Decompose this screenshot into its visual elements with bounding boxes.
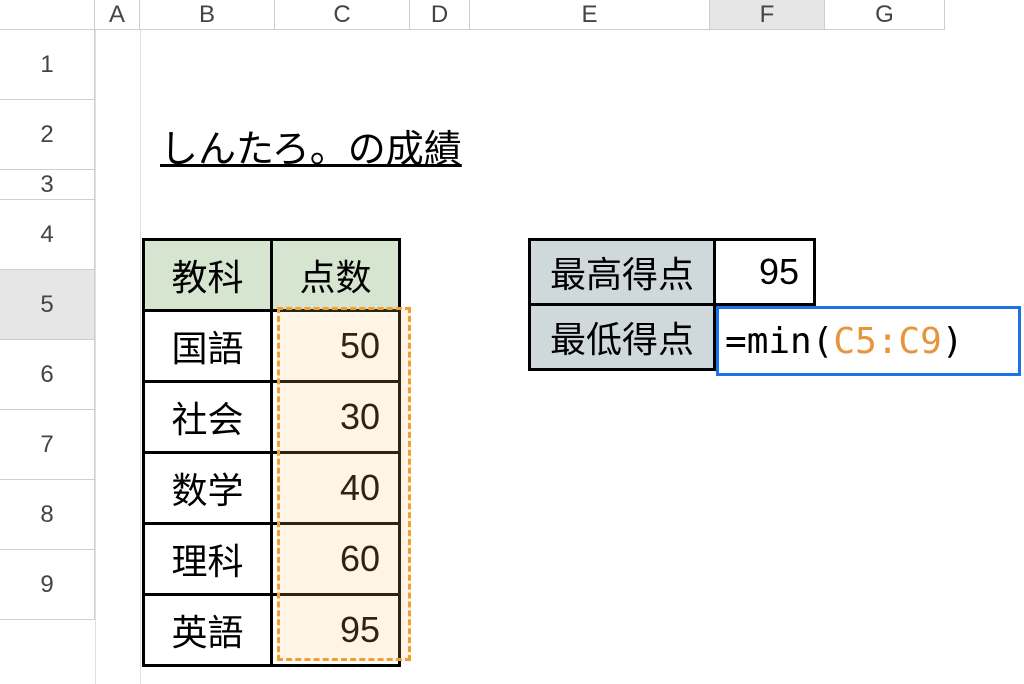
row-header-5[interactable]: 5 xyxy=(0,270,95,340)
col-header-b[interactable]: B xyxy=(140,0,275,30)
column-headers: A B C D E F G xyxy=(0,0,945,30)
header-score[interactable]: 点数 xyxy=(272,240,400,311)
row-header-8[interactable]: 8 xyxy=(0,480,95,550)
formula-paren-close: ) xyxy=(942,321,964,362)
row-header-3[interactable]: 3 xyxy=(0,170,95,200)
row-header-9[interactable]: 9 xyxy=(0,550,95,620)
col-header-f[interactable]: F xyxy=(710,0,825,30)
row-header-1[interactable]: 1 xyxy=(0,30,95,100)
formula-range-ref: C5:C9 xyxy=(833,321,941,362)
col-header-d[interactable]: D xyxy=(410,0,470,30)
cell-score[interactable]: 50 xyxy=(272,311,400,382)
cell-subject[interactable]: 英語 xyxy=(144,595,272,666)
col-header-c[interactable]: C xyxy=(275,0,410,30)
cell-score[interactable]: 40 xyxy=(272,453,400,524)
cell-score[interactable]: 60 xyxy=(272,524,400,595)
formula-equals: = xyxy=(725,321,747,362)
active-formula-cell[interactable]: =min(C5:C9) xyxy=(716,306,1021,376)
cell-subject[interactable]: 数学 xyxy=(144,453,272,524)
title-text[interactable]: しんたろ。の成績 xyxy=(160,118,462,173)
cell-subject[interactable]: 理科 xyxy=(144,524,272,595)
corner-cell[interactable] xyxy=(0,0,95,30)
grades-table: 教科 点数 国語 50 社会 30 数学 40 理科 60 英語 95 xyxy=(142,238,401,667)
cell-subject[interactable]: 社会 xyxy=(144,382,272,453)
col-header-a[interactable]: A xyxy=(95,0,140,30)
col-header-e[interactable]: E xyxy=(470,0,710,30)
row-header-4[interactable]: 4 xyxy=(0,200,95,270)
formula-paren-open: ( xyxy=(812,321,834,362)
col-header-g[interactable]: G xyxy=(825,0,945,30)
row-header-7[interactable]: 7 xyxy=(0,410,95,480)
cell-score[interactable]: 30 xyxy=(272,382,400,453)
formula-function: min xyxy=(747,321,812,362)
max-value[interactable]: 95 xyxy=(715,240,815,305)
row-headers: 1 2 3 4 5 6 7 8 9 xyxy=(0,30,95,620)
max-label[interactable]: 最高得点 xyxy=(530,240,715,305)
cell-subject[interactable]: 国語 xyxy=(144,311,272,382)
row-header-6[interactable]: 6 xyxy=(0,340,95,410)
header-subject[interactable]: 教科 xyxy=(144,240,272,311)
min-label[interactable]: 最低得点 xyxy=(530,305,715,370)
cell-score[interactable]: 95 xyxy=(272,595,400,666)
row-header-2[interactable]: 2 xyxy=(0,100,95,170)
